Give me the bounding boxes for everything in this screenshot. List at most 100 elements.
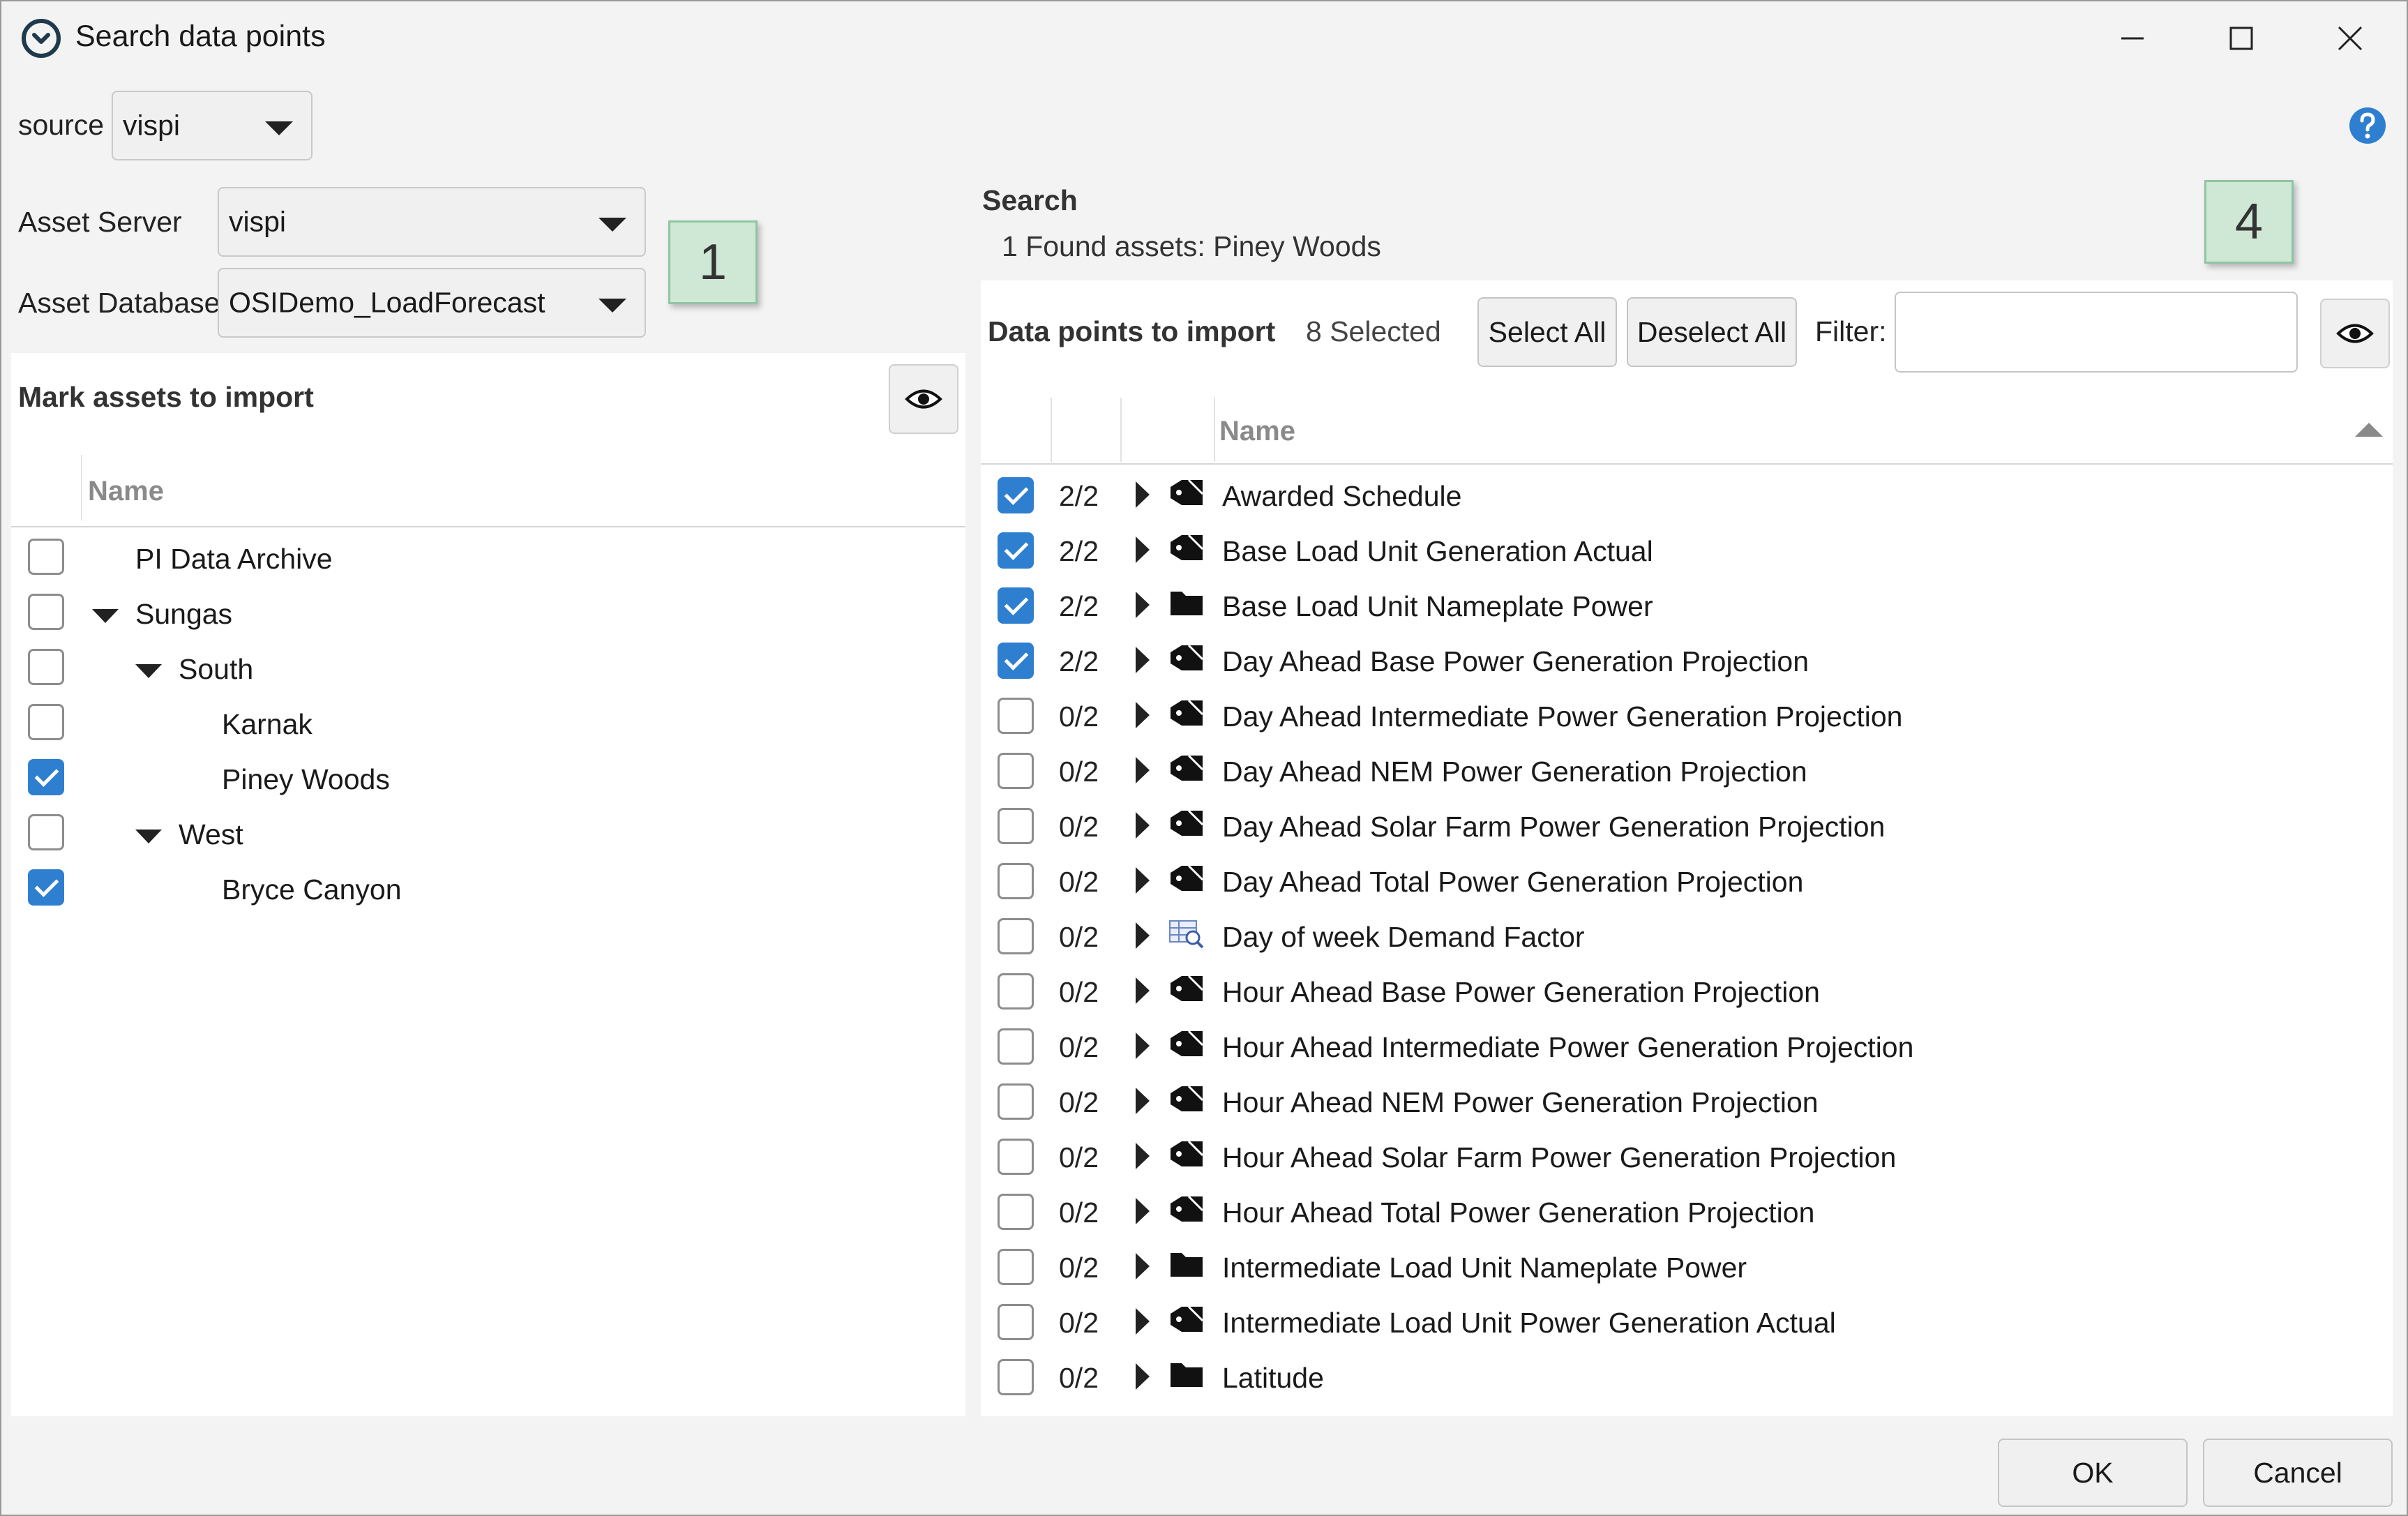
asset-server-select[interactable]: vispi xyxy=(218,187,646,257)
close-icon[interactable] xyxy=(2312,14,2388,63)
datapoint-checkbox[interactable] xyxy=(998,698,1034,734)
minimize-icon[interactable] xyxy=(2094,14,2171,63)
tag-icon xyxy=(1168,1139,1205,1169)
datapoint-row[interactable]: 2/2 Day Ahead Base Power Generation Proje… xyxy=(981,634,2393,683)
deselect-all-button[interactable]: Deselect All xyxy=(1627,297,1797,367)
datapoint-checkbox[interactable] xyxy=(998,918,1034,954)
expand-arrow-icon[interactable] xyxy=(135,664,162,678)
ok-button[interactable]: OK xyxy=(1998,1439,2188,1507)
asset-checkbox[interactable] xyxy=(28,594,64,630)
datapoint-row[interactable]: 0/2 Hour Ahead Base Power Generation Proj… xyxy=(981,965,2393,1014)
datapoint-checkbox[interactable] xyxy=(998,808,1034,844)
datapoint-checkbox[interactable] xyxy=(998,863,1034,899)
datapoint-name: Hour Ahead Base Power Generation Project… xyxy=(1222,976,1820,1008)
datapoint-checkbox[interactable] xyxy=(998,532,1034,569)
expand-arrow-icon[interactable] xyxy=(1136,1363,1150,1390)
asset-checkbox[interactable] xyxy=(28,759,64,795)
expand-arrow-icon[interactable] xyxy=(1136,1308,1150,1335)
datapoint-checkbox[interactable] xyxy=(998,1359,1034,1395)
tree-item[interactable]: West xyxy=(11,809,965,857)
datapoint-row[interactable]: 0/2 Latitude xyxy=(981,1351,2393,1399)
datapoint-name: Day Ahead NEM Power Generation Projectio… xyxy=(1222,756,1807,788)
expand-arrow-icon[interactable] xyxy=(135,830,162,843)
datapoint-row[interactable]: 0/2 Hour Ahead Intermediate Power Generat… xyxy=(981,1020,2393,1069)
expand-arrow-icon[interactable] xyxy=(1136,1143,1150,1169)
datapoint-row[interactable]: 0/2 Day Ahead Solar Farm Power Generation… xyxy=(981,800,2393,848)
expand-arrow-icon[interactable] xyxy=(1136,757,1150,783)
visibility-toggle-button[interactable] xyxy=(889,364,958,434)
datapoint-row[interactable]: 2/2 Base Load Unit Generation Actual xyxy=(981,524,2393,573)
datapoint-row[interactable]: 0/2 Intermediate Load Unit Power Generati… xyxy=(981,1296,2393,1344)
datapoint-row[interactable]: 0/2 Hour Ahead Total Power Generation Pro… xyxy=(981,1185,2393,1234)
expand-arrow-icon[interactable] xyxy=(1136,1033,1150,1059)
source-value: vispi xyxy=(123,109,181,142)
folder-icon xyxy=(1168,587,1205,618)
expand-arrow-icon[interactable] xyxy=(1136,1198,1150,1224)
tree-item[interactable]: Sungas xyxy=(11,588,965,637)
datapoint-checkbox[interactable] xyxy=(998,477,1034,513)
datapoint-row[interactable]: 0/2 Day of week Demand Factor xyxy=(981,910,2393,959)
assets-panel-title: Mark assets to import xyxy=(18,381,314,413)
datapoint-checkbox[interactable] xyxy=(998,1083,1034,1120)
datapoint-checkbox[interactable] xyxy=(998,973,1034,1010)
tag-icon xyxy=(1168,1304,1205,1335)
asset-checkbox[interactable] xyxy=(28,539,64,575)
tree-item[interactable]: South xyxy=(11,643,965,692)
filter-input[interactable] xyxy=(1895,292,2298,373)
datapoint-name: Hour Ahead Solar Farm Power Generation P… xyxy=(1222,1141,1897,1173)
asset-database-select[interactable]: OSIDemo_LoadForecast xyxy=(218,268,646,338)
datapoint-row[interactable]: 0/2 Day Ahead NEM Power Generation Projec… xyxy=(981,744,2393,793)
tree-item[interactable]: PI Data Archive xyxy=(11,533,965,582)
datapoint-row[interactable]: 0/2 Day Ahead Total Power Generation Proj… xyxy=(981,855,2393,903)
expand-arrow-icon[interactable] xyxy=(1136,536,1150,563)
datapoint-checkbox[interactable] xyxy=(998,753,1034,789)
datapoint-name: Latitude xyxy=(1222,1362,1324,1394)
tree-item[interactable]: Piney Woods xyxy=(11,753,965,802)
expand-arrow-icon[interactable] xyxy=(1136,1253,1150,1279)
tree-item[interactable]: Karnak xyxy=(11,698,965,747)
datapoint-checkbox[interactable] xyxy=(998,1028,1034,1065)
cancel-button[interactable]: Cancel xyxy=(2203,1439,2393,1507)
datapoint-row[interactable]: 0/2 Day Ahead Intermediate Power Generati… xyxy=(981,689,2393,738)
sort-ascending-icon[interactable] xyxy=(2355,423,2383,437)
datapoint-checkbox[interactable] xyxy=(998,643,1034,679)
datapoint-row[interactable]: 0/2 Intermediate Load Unit Nameplate Powe… xyxy=(981,1240,2393,1289)
datapoint-row[interactable]: 2/2 Awarded Schedule xyxy=(981,469,2393,518)
tag-icon xyxy=(1168,863,1205,894)
select-all-button[interactable]: Select All xyxy=(1477,297,1617,367)
maximize-icon[interactable] xyxy=(2203,14,2280,63)
asset-checkbox[interactable] xyxy=(28,649,64,685)
help-icon[interactable] xyxy=(2348,106,2387,145)
datapoint-checkbox[interactable] xyxy=(998,1249,1034,1285)
datapoint-checkbox[interactable] xyxy=(998,587,1034,624)
datapoint-checkbox[interactable] xyxy=(998,1194,1034,1230)
expand-arrow-icon[interactable] xyxy=(1136,977,1150,1004)
asset-checkbox[interactable] xyxy=(28,704,64,740)
expand-arrow-icon[interactable] xyxy=(1136,481,1150,508)
datapoints-panel: Data points to import 8 Selected Select … xyxy=(981,280,2393,1416)
expand-arrow-icon[interactable] xyxy=(1136,647,1150,673)
expand-arrow-icon[interactable] xyxy=(1136,592,1150,618)
datapoint-row[interactable]: 0/2 Hour Ahead NEM Power Generation Proje… xyxy=(981,1075,2393,1124)
tree-item[interactable]: Bryce Canyon xyxy=(11,864,965,913)
datapoints-name-header[interactable]: Name xyxy=(1219,416,1295,447)
asset-checkbox[interactable] xyxy=(28,814,64,850)
expand-arrow-icon[interactable] xyxy=(1136,867,1150,894)
source-select[interactable]: vispi xyxy=(112,91,313,160)
datapoint-count: 0/2 xyxy=(1059,976,1099,1008)
expand-arrow-icon[interactable] xyxy=(1136,702,1150,728)
datapoint-checkbox[interactable] xyxy=(998,1304,1034,1340)
expand-arrow-icon[interactable] xyxy=(1136,922,1150,949)
datapoint-row[interactable]: 0/2 Hour Ahead Solar Farm Power Generatio… xyxy=(981,1130,2393,1179)
datapoint-count: 0/2 xyxy=(1059,1086,1099,1118)
expand-arrow-icon[interactable] xyxy=(92,609,119,623)
visibility-toggle-button[interactable] xyxy=(2320,299,2390,368)
assets-panel: Mark assets to import Name PI Data Archi… xyxy=(11,353,965,1416)
chevron-down-icon xyxy=(599,218,626,232)
expand-arrow-icon[interactable] xyxy=(1136,1088,1150,1114)
datapoint-count: 0/2 xyxy=(1059,866,1099,898)
asset-checkbox[interactable] xyxy=(28,869,64,906)
expand-arrow-icon[interactable] xyxy=(1136,812,1150,839)
datapoint-row[interactable]: 2/2 Base Load Unit Nameplate Power xyxy=(981,579,2393,628)
datapoint-checkbox[interactable] xyxy=(998,1139,1034,1175)
